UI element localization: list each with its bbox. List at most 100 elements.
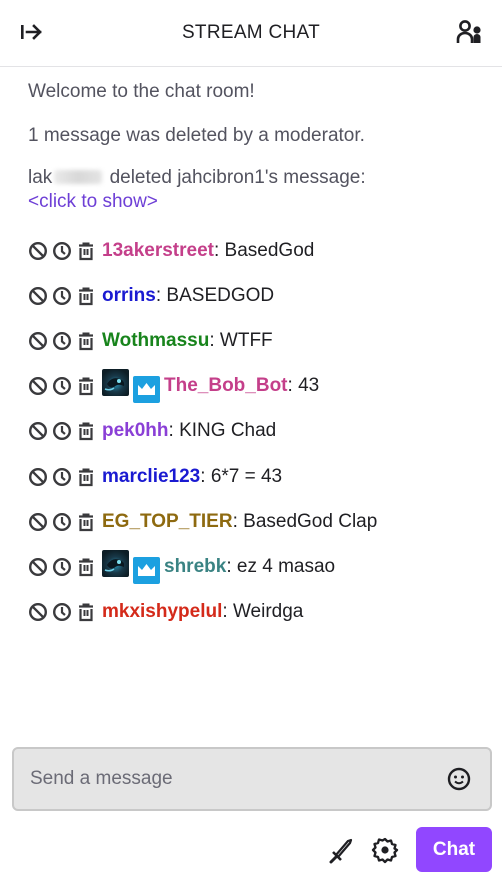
- timeout-icon: [52, 512, 71, 531]
- message-list: 13akerstreet: BasedGod orrins: BASEDGOD…: [27, 228, 474, 635]
- timeout-user-button[interactable]: [51, 602, 72, 623]
- delete-icon: [78, 513, 93, 531]
- ban-user-button[interactable]: [27, 466, 48, 487]
- colon: :: [232, 510, 244, 532]
- emote-picker-button[interactable]: [444, 764, 474, 794]
- ban-icon: [28, 603, 47, 622]
- timeout-icon: [52, 557, 71, 576]
- colon: :: [222, 601, 233, 623]
- chat-message: Wothmassu: WTFF: [27, 318, 474, 363]
- chat-message: mkxishypelul: Weirdga: [27, 590, 474, 635]
- chat-message: pek0hh: KING Chad: [27, 409, 474, 454]
- timeout-user-button[interactable]: [51, 511, 72, 532]
- mod-actions: [27, 330, 96, 351]
- chat-message: shrebk: ez 4 masao: [27, 544, 474, 589]
- username[interactable]: mkxishypelul: [102, 601, 222, 623]
- click-to-show-link[interactable]: <click to show>: [28, 190, 474, 214]
- delete-icon: [78, 468, 93, 486]
- ban-icon: [28, 422, 47, 441]
- delete-icon: [78, 242, 93, 260]
- ban-user-button[interactable]: [27, 330, 48, 351]
- deleted-notice: 1 message was deleted by a moderator.: [28, 125, 365, 146]
- timeout-icon: [52, 603, 71, 622]
- delete-icon: [78, 287, 93, 305]
- delete-icon: [78, 377, 93, 396]
- message-text: BasedGod Clap: [243, 510, 378, 532]
- message-text: BASEDGOD: [166, 284, 275, 306]
- mod-tools-button[interactable]: [324, 833, 358, 867]
- ban-user-button[interactable]: [27, 285, 48, 306]
- timeout-user-button[interactable]: [51, 421, 72, 442]
- ban-user-button[interactable]: [27, 556, 48, 577]
- ban-icon: [28, 557, 47, 576]
- welcome-message: Welcome to the chat room!: [28, 81, 255, 102]
- delete-message-button[interactable]: [75, 330, 96, 351]
- collapse-chat-button[interactable]: [14, 14, 50, 50]
- ban-user-button[interactable]: [27, 240, 48, 261]
- chat-message: marclie123: 6*7 = 43: [27, 454, 474, 499]
- delete-message-button[interactable]: [75, 556, 96, 577]
- mod-actions: [27, 511, 96, 532]
- delete-icon: [78, 603, 93, 622]
- timeout-user-button[interactable]: [51, 285, 72, 306]
- deletion-detail: lak deleted jahcibron1's message: <click…: [28, 166, 474, 214]
- gear-icon: [371, 837, 399, 863]
- colon: :: [200, 465, 211, 487]
- message-text: BasedGod: [224, 239, 315, 261]
- avatar-image-icon: [104, 378, 125, 391]
- timeout-user-button[interactable]: [51, 556, 72, 577]
- ban-icon: [28, 331, 47, 350]
- delete-message-button[interactable]: [75, 285, 96, 306]
- colon: :: [287, 375, 299, 397]
- ban-icon: [28, 241, 47, 260]
- delete-message-button[interactable]: [75, 376, 96, 397]
- ban-user-button[interactable]: [27, 602, 48, 623]
- user-badges: [102, 550, 164, 584]
- message-text: ez 4 masao: [236, 555, 336, 577]
- avatar-badge: [102, 550, 129, 578]
- ban-user-button[interactable]: [27, 376, 48, 397]
- message-input[interactable]: [30, 768, 444, 790]
- delete-message-button[interactable]: [75, 602, 96, 623]
- subscriber-badge: [133, 556, 160, 584]
- username[interactable]: 13akerstreet: [102, 240, 214, 262]
- chat-settings-button[interactable]: [368, 833, 402, 867]
- chat-message: EG_TOP_TIER: BasedGod Clap: [27, 499, 474, 544]
- ban-icon: [28, 377, 47, 396]
- timeout-user-button[interactable]: [51, 330, 72, 351]
- community-button[interactable]: [452, 14, 488, 50]
- timeout-user-button[interactable]: [51, 466, 72, 487]
- crown-icon: [138, 383, 155, 396]
- username[interactable]: Wothmassu: [102, 330, 209, 352]
- delete-message-button[interactable]: [75, 466, 96, 487]
- username[interactable]: marclie123: [102, 466, 200, 488]
- mod-actions: [27, 556, 96, 577]
- chat-bottom-bar: Chat: [324, 827, 492, 872]
- deletion-text: deleted jahcibron1's message:: [109, 167, 366, 188]
- username[interactable]: The_Bob_Bot: [164, 375, 288, 397]
- mod-actions: [27, 466, 96, 487]
- message-composer: [12, 747, 492, 811]
- mod-actions: [27, 602, 96, 623]
- message-text: 43: [298, 375, 320, 397]
- timeout-user-button[interactable]: [51, 376, 72, 397]
- username[interactable]: orrins: [102, 285, 156, 307]
- colon: :: [155, 284, 167, 306]
- ban-user-button[interactable]: [27, 511, 48, 532]
- delete-message-button[interactable]: [75, 511, 96, 532]
- chat-message: orrins: BASEDGOD: [27, 273, 474, 318]
- delete-message-button[interactable]: [75, 240, 96, 261]
- chat-header: STREAM CHAT: [0, 0, 502, 67]
- timeout-icon: [52, 331, 71, 350]
- send-chat-button[interactable]: Chat: [416, 827, 492, 872]
- ban-user-button[interactable]: [27, 421, 48, 442]
- delete-message-button[interactable]: [75, 421, 96, 442]
- username[interactable]: shrebk: [164, 556, 226, 578]
- timeout-user-button[interactable]: [51, 240, 72, 261]
- timeout-icon: [52, 467, 71, 486]
- delete-icon: [78, 332, 93, 351]
- username[interactable]: pek0hh: [102, 420, 169, 442]
- username[interactable]: EG_TOP_TIER: [102, 511, 233, 533]
- timeout-icon: [52, 377, 71, 396]
- ban-icon: [28, 512, 47, 531]
